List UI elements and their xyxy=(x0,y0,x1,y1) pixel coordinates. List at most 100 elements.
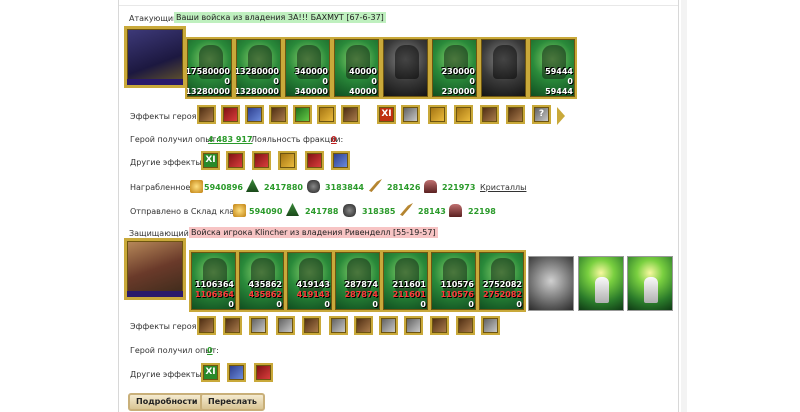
clan-wood: 241788 xyxy=(305,207,339,216)
forward-button[interactable]: Переслать xyxy=(200,393,265,411)
def-effect-staff-icon[interactable] xyxy=(223,316,242,335)
def-effect-ring-icon[interactable] xyxy=(302,316,321,335)
loyalty-label: Лояльность фракции: xyxy=(251,135,344,144)
def-effect-gloves-icon[interactable] xyxy=(249,316,268,335)
effect-armor-icon[interactable] xyxy=(401,105,420,124)
defender-unit-4[interactable]: 287874 287874 0 xyxy=(333,250,382,312)
attacker-label: Атакующий xyxy=(129,14,179,23)
defender-unit-6[interactable]: 110576 110576 0 xyxy=(429,250,478,312)
attacker-exp-value[interactable]: 4 483 917 xyxy=(208,135,253,144)
defender-unit-5[interactable]: 211601 211601 0 xyxy=(381,250,430,312)
unit-remaining: 0 xyxy=(516,300,522,309)
attacker-unit-1[interactable]: 17580000 0 13280000 xyxy=(185,37,234,99)
loot-wood: 2417880 xyxy=(264,183,303,192)
effect-wings-icon[interactable] xyxy=(428,105,447,124)
loyalty-value[interactable]: 0 xyxy=(331,135,337,144)
defender-unit-3[interactable]: 419143 419143 0 xyxy=(285,250,334,312)
clan-feathers: 28143 xyxy=(418,207,446,216)
unit-remaining: 13280000 xyxy=(234,87,279,96)
def-other-effect-xi-icon[interactable]: XI xyxy=(201,363,220,382)
attacker-hero-portrait[interactable] xyxy=(124,26,186,88)
effects-next-arrow-icon[interactable] xyxy=(557,107,565,125)
unit-losses: 211601 xyxy=(392,290,426,299)
defender-building-tower[interactable] xyxy=(528,256,574,311)
unit-figure xyxy=(493,45,517,79)
attacker-unit-8[interactable]: 59444 0 59444 xyxy=(528,37,577,99)
attacker-unit-3[interactable]: 340000 0 340000 xyxy=(283,37,332,99)
def-effect-gauntlet-icon[interactable] xyxy=(329,316,348,335)
def-effect-robe-icon[interactable] xyxy=(481,316,500,335)
unit-count: 419143 xyxy=(296,280,330,289)
other-effect-blade-icon[interactable] xyxy=(226,151,245,170)
effect-bow-icon[interactable] xyxy=(269,105,288,124)
defender-owner: Войска игрока Klincher из владения Ривен… xyxy=(189,227,438,238)
unit-remaining: 0 xyxy=(324,300,330,309)
attacker-unit-7[interactable] xyxy=(479,37,528,99)
ore-icon xyxy=(307,180,320,193)
defender-unit-7[interactable]: 2752082 2752082 0 xyxy=(477,250,526,312)
defender-unit-1[interactable]: 1106364 1106364 0 xyxy=(189,250,238,312)
effect-shield-icon[interactable] xyxy=(245,105,264,124)
unit-count: 13280000 xyxy=(234,67,279,76)
effect-xi-red-icon[interactable]: XI xyxy=(377,105,396,124)
effect-cross-icon[interactable] xyxy=(454,105,473,124)
xi-text: XI xyxy=(205,155,216,165)
def-effect-pants-icon[interactable] xyxy=(456,316,475,335)
loot-label: Награбленное xyxy=(130,183,191,192)
loot-feathers: 281426 xyxy=(387,183,421,192)
defender-hero-portrait[interactable] xyxy=(124,238,186,300)
other-effect-blue-sword-icon[interactable] xyxy=(331,151,350,170)
def-effect-helmet-icon[interactable] xyxy=(430,316,449,335)
unit-remaining: 0 xyxy=(372,300,378,309)
attacker-unit-4[interactable]: 40000 0 40000 xyxy=(332,37,381,99)
other-effect-dagger-icon[interactable] xyxy=(305,151,324,170)
attacker-unit-6[interactable]: 230000 0 230000 xyxy=(430,37,479,99)
defender-other-effects-label: Другие эффекты: xyxy=(130,370,205,379)
other-effect-sword-icon[interactable] xyxy=(252,151,271,170)
unit-losses: 0 xyxy=(469,77,475,86)
def-other-effect-sword-icon[interactable] xyxy=(227,363,246,382)
defender-building-lamp-2[interactable] xyxy=(627,256,673,311)
effect-question-icon[interactable]: ? xyxy=(532,105,551,124)
effect-sword-green-icon[interactable] xyxy=(293,105,312,124)
def-effect-cloak-icon[interactable] xyxy=(379,316,398,335)
def-effect-book-icon[interactable] xyxy=(197,316,216,335)
effect-scroll-icon[interactable] xyxy=(197,105,216,124)
scrollbar-track[interactable] xyxy=(681,0,687,412)
crystal-icon xyxy=(449,204,462,217)
unit-remaining: 0 xyxy=(420,300,426,309)
hero-stars xyxy=(127,291,183,297)
loot-gold: 5940896 xyxy=(204,183,243,192)
attacker-unit-5[interactable] xyxy=(381,37,430,99)
def-effect-armor-icon[interactable] xyxy=(276,316,295,335)
effect-claw-icon[interactable] xyxy=(480,105,499,124)
unit-losses: 1106364 xyxy=(195,290,234,299)
other-effect-xi-icon[interactable]: XI xyxy=(201,151,220,170)
effect-boot-icon[interactable] xyxy=(341,105,360,124)
unit-count: 287874 xyxy=(344,280,378,289)
loot-crystals: 221973 xyxy=(442,183,476,192)
question-text: ? xyxy=(538,109,545,119)
unit-remaining: 0 xyxy=(228,300,234,309)
details-button[interactable]: Подробности xyxy=(128,393,206,411)
unit-count: 1106364 xyxy=(195,280,234,289)
attacker-unit-2[interactable]: 13280000 0 13280000 xyxy=(234,37,283,99)
defender-unit-2[interactable]: 435862 435862 0 xyxy=(237,250,286,312)
effect-horn-icon[interactable] xyxy=(317,105,336,124)
other-effect-rune-icon[interactable] xyxy=(278,151,297,170)
unit-count: 17580000 xyxy=(185,67,230,76)
def-effect-sword-icon[interactable] xyxy=(404,316,423,335)
defender-hero-effects-label: Эффекты героя: xyxy=(130,322,200,331)
effect-banner-icon[interactable] xyxy=(506,105,525,124)
unit-count: 2752082 xyxy=(483,280,522,289)
unit-remaining: 340000 xyxy=(294,87,328,96)
defender-exp-label: Герой получил опыт: xyxy=(130,346,219,355)
crystals-link[interactable]: Кристаллы xyxy=(480,183,526,192)
def-other-effect-dagger-icon[interactable] xyxy=(254,363,273,382)
effect-potion-icon[interactable] xyxy=(221,105,240,124)
unit-losses: 0 xyxy=(322,77,328,86)
crystal-icon xyxy=(424,180,437,193)
defender-building-lamp-1[interactable] xyxy=(578,256,624,311)
def-effect-boots-icon[interactable] xyxy=(354,316,373,335)
defender-exp-value[interactable]: 0 xyxy=(207,346,213,355)
